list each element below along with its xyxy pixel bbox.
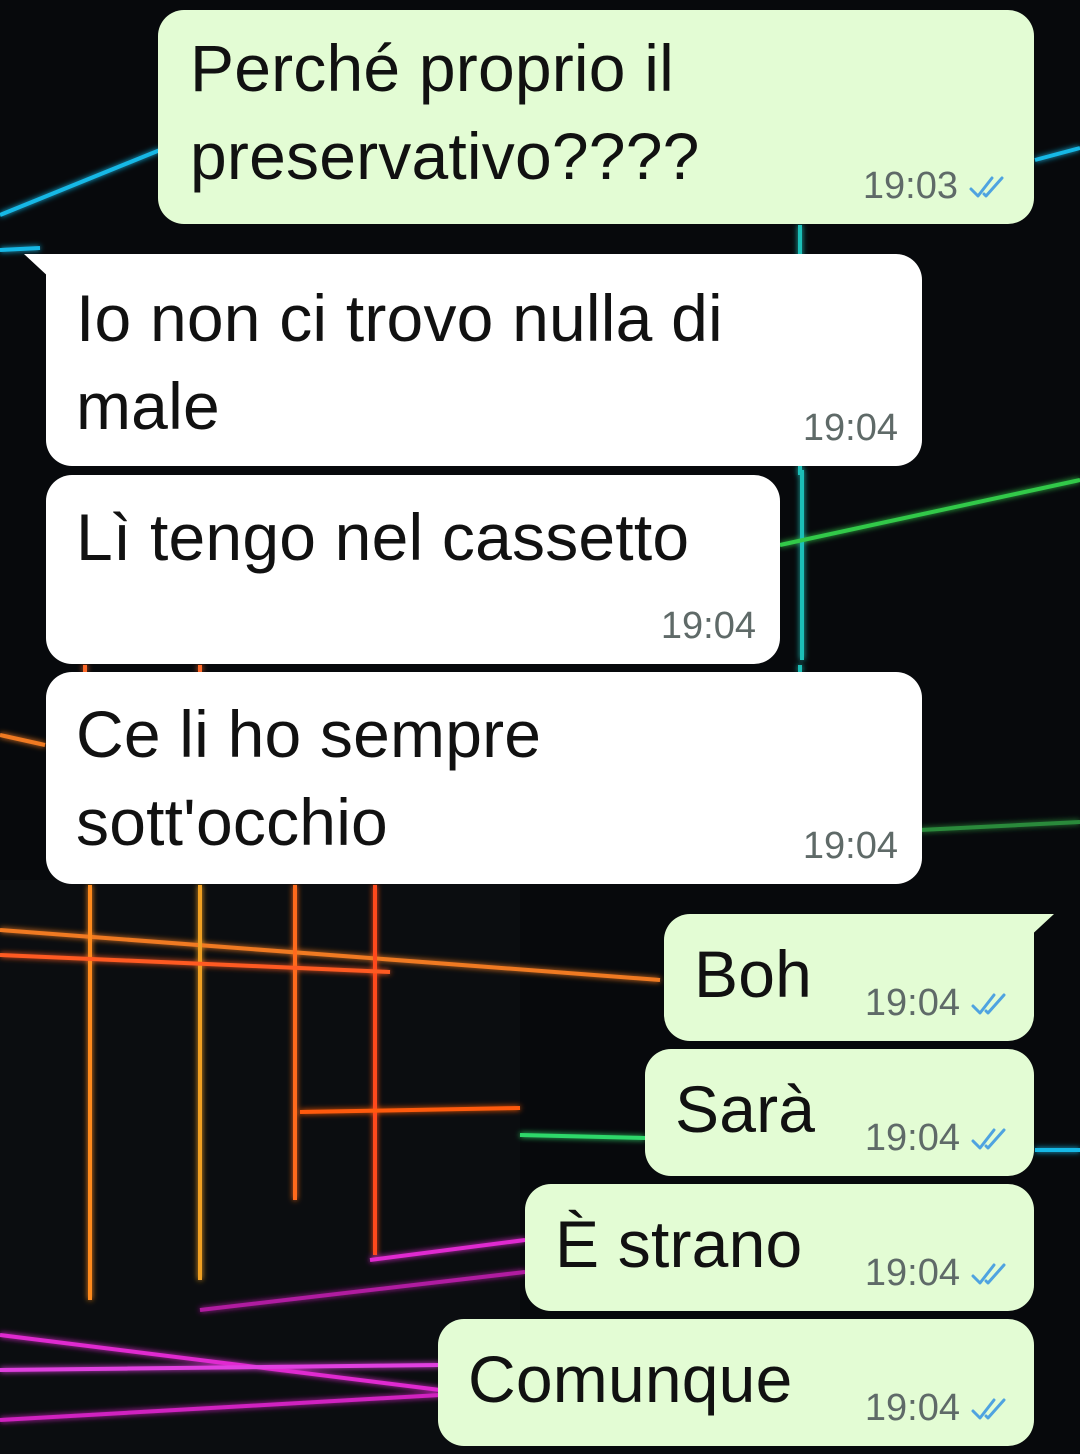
message-text: Boh bbox=[694, 937, 813, 1011]
message-text: Io non ci trovo nulla di male bbox=[76, 281, 723, 443]
message-bubble-incoming[interactable]: Lì tengo nel cassetto 19:04 bbox=[46, 475, 780, 664]
message-bubble-outgoing[interactable]: Perché proprio il preservativo???? 19:03 bbox=[158, 10, 1034, 224]
message-meta: 19:04 bbox=[865, 1387, 1010, 1430]
message-meta: 19:04 bbox=[661, 605, 756, 648]
message-bubble-incoming[interactable]: Io non ci trovo nulla di male 19:04 bbox=[46, 254, 922, 466]
message-meta: 19:04 bbox=[865, 1117, 1010, 1160]
message-time: 19:04 bbox=[864, 1117, 960, 1159]
message-bubble-outgoing[interactable]: È strano 19:04 bbox=[525, 1184, 1034, 1311]
double-check-icon bbox=[971, 1263, 1006, 1284]
message-text: Perché proprio il preservativo???? bbox=[190, 31, 700, 193]
message-text: Lì tengo nel cassetto bbox=[76, 500, 690, 574]
message-meta: 19:04 bbox=[865, 982, 1010, 1025]
message-bubble-outgoing[interactable]: Sarà 19:04 bbox=[645, 1049, 1034, 1176]
message-meta: 19:04 bbox=[865, 1252, 1010, 1295]
message-time: 19:04 bbox=[864, 1252, 960, 1294]
message-text: Comunque bbox=[468, 1342, 793, 1416]
message-bubble-incoming[interactable]: Ce li ho sempre sott'occhio 19:04 bbox=[46, 672, 922, 884]
message-time: 19:04 bbox=[660, 605, 756, 647]
message-bubble-outgoing[interactable]: Boh 19:04 bbox=[664, 914, 1034, 1041]
message-text: Ce li ho sempre sott'occhio bbox=[76, 697, 542, 859]
message-time: 19:03 bbox=[862, 165, 958, 207]
message-text: È strano bbox=[555, 1207, 803, 1281]
message-time: 19:04 bbox=[802, 407, 898, 449]
double-check-icon bbox=[971, 1398, 1006, 1419]
message-meta: 19:04 bbox=[803, 825, 898, 868]
message-time: 19:04 bbox=[802, 825, 898, 867]
message-time: 19:04 bbox=[864, 982, 960, 1024]
double-check-icon bbox=[971, 993, 1006, 1014]
double-check-icon bbox=[969, 176, 1004, 197]
message-meta: 19:03 bbox=[863, 165, 1008, 208]
message-text: Sarà bbox=[675, 1072, 816, 1146]
message-time: 19:04 bbox=[864, 1387, 960, 1429]
message-bubble-outgoing[interactable]: Comunque 19:04 bbox=[438, 1319, 1034, 1446]
double-check-icon bbox=[971, 1128, 1006, 1149]
message-meta: 19:04 bbox=[803, 407, 898, 450]
